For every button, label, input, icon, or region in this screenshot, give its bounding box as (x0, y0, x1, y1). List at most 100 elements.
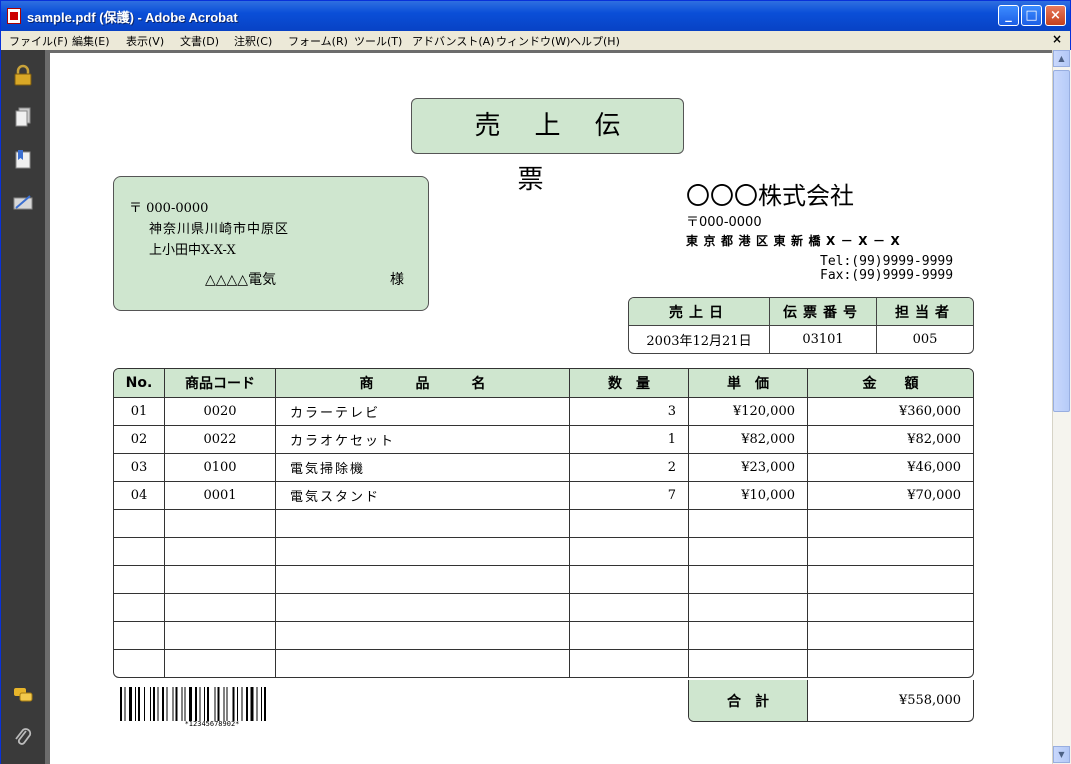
menu-tools[interactable]: ツール(T) (354, 33, 402, 49)
row-qty (570, 622, 689, 650)
barcode-bar (217, 687, 220, 721)
row-qty (570, 510, 689, 538)
row-no (114, 622, 165, 650)
table-row: 04 0001 電気スタンド 7 ¥10,000 ¥70,000 (114, 482, 973, 510)
row-code: 0001 (165, 482, 276, 510)
recipient-address2: 上小田中X-X-X (149, 243, 236, 258)
col-code: 商品コード (165, 369, 276, 398)
row-code (165, 510, 276, 538)
barcode-bar (195, 687, 197, 721)
minimize-button[interactable]: _ (998, 5, 1019, 26)
row-name (276, 650, 570, 677)
row-no (114, 594, 165, 622)
scroll-thumb[interactable] (1053, 70, 1070, 412)
maximize-button[interactable]: □ (1021, 5, 1042, 26)
row-price (689, 650, 808, 677)
lock-icon[interactable] (12, 64, 34, 86)
attachments-icon[interactable] (12, 726, 34, 748)
bookmarks-icon[interactable] (12, 148, 34, 170)
row-name (276, 538, 570, 566)
row-code (165, 538, 276, 566)
total-value: ¥558,000 (898, 693, 961, 708)
slip-info-table: 売上日 伝票番号 担当者 2003年12月21日 03101 005 (628, 297, 974, 354)
close-button[interactable]: × (1045, 5, 1066, 26)
row-price (689, 538, 808, 566)
menu-bar: ファイル(F) 編集(E) 表示(V) 文書(D) 注釈(C) フォーム(R) … (1, 31, 1070, 49)
vertical-scrollbar[interactable]: ▲ ▼ (1052, 50, 1071, 764)
row-price: ¥10,000 (689, 482, 808, 510)
barcode-bar (175, 687, 178, 721)
title-bar[interactable]: sample.pdf (保護) - Adobe Acrobat _ □ × (1, 1, 1070, 31)
barcode-bar (207, 687, 209, 721)
total-label: 合 計 (689, 680, 808, 721)
row-code: 0020 (165, 398, 276, 426)
menu-edit[interactable]: 編集(E) (72, 33, 110, 49)
barcode-bar (153, 687, 155, 721)
row-code: 0100 (165, 454, 276, 482)
barcode-bar (214, 687, 216, 721)
barcode-text: *12345678902* (184, 720, 240, 728)
recipient-postal: 〒 000-0000 (129, 201, 209, 216)
recipient-address1: 神奈川県川崎市中原区 (149, 222, 290, 237)
row-qty: 2 (570, 454, 689, 482)
table-row (114, 510, 973, 538)
row-price (689, 594, 808, 622)
info-header-date: 売上日 (629, 298, 770, 326)
row-name: 電気掃除機 (276, 454, 570, 482)
company-fax: Fax:(99)9999-9999 (820, 268, 954, 283)
row-name (276, 622, 570, 650)
row-no: 01 (114, 398, 165, 426)
menu-document[interactable]: 文書(D) (180, 33, 219, 49)
row-name: カラーテレビ (276, 398, 570, 426)
table-row (114, 538, 973, 566)
menu-forms[interactable]: フォーム(R) (288, 33, 348, 49)
col-price: 単 価 (689, 369, 808, 398)
menu-view[interactable]: 表示(V) (126, 33, 164, 49)
barcode-bar (162, 687, 164, 721)
row-qty: 7 (570, 482, 689, 510)
barcode-bar (226, 687, 228, 721)
row-qty (570, 594, 689, 622)
row-amount: ¥82,000 (808, 426, 973, 454)
barcode-bar (237, 687, 238, 721)
barcode-bar (241, 687, 243, 721)
row-amount: ¥360,000 (808, 398, 973, 426)
row-name: カラオケセット (276, 426, 570, 454)
barcode-bar (250, 687, 254, 721)
scroll-down-icon[interactable]: ▼ (1053, 746, 1070, 763)
row-no: 02 (114, 426, 165, 454)
row-no (114, 510, 165, 538)
row-code (165, 622, 276, 650)
barcode-bar (157, 687, 159, 721)
signatures-icon[interactable] (12, 192, 34, 214)
barcode-bar (189, 687, 192, 721)
row-qty (570, 538, 689, 566)
barcode-bar (150, 687, 151, 721)
table-row (114, 594, 973, 622)
barcode-bar (181, 687, 183, 721)
row-no (114, 538, 165, 566)
row-code (165, 594, 276, 622)
row-amount (808, 650, 973, 677)
row-price (689, 566, 808, 594)
barcode-bar (184, 687, 186, 721)
row-amount: ¥46,000 (808, 454, 973, 482)
company-name: 〇〇〇株式会社 (686, 182, 854, 210)
navigation-pane (1, 50, 45, 764)
menu-comments[interactable]: 注釈(C) (234, 33, 272, 49)
row-name: 電気スタンド (276, 482, 570, 510)
barcode-bar (256, 687, 258, 721)
menu-advanced[interactable]: アドバンスト(A) (412, 33, 494, 49)
barcode (120, 687, 266, 721)
menu-window[interactable]: ウィンドウ(W) (496, 33, 570, 49)
table-row: 03 0100 電気掃除機 2 ¥23,000 ¥46,000 (114, 454, 973, 482)
pages-icon[interactable] (12, 106, 34, 128)
scroll-up-icon[interactable]: ▲ (1053, 50, 1070, 67)
menu-help[interactable]: ヘルプ(H) (570, 33, 620, 49)
menu-file[interactable]: ファイル(F) (9, 33, 68, 49)
row-price (689, 510, 808, 538)
barcode-bar (166, 687, 168, 721)
document-close-icon[interactable]: × (1052, 32, 1062, 46)
comments-icon[interactable] (12, 684, 34, 706)
row-name (276, 594, 570, 622)
